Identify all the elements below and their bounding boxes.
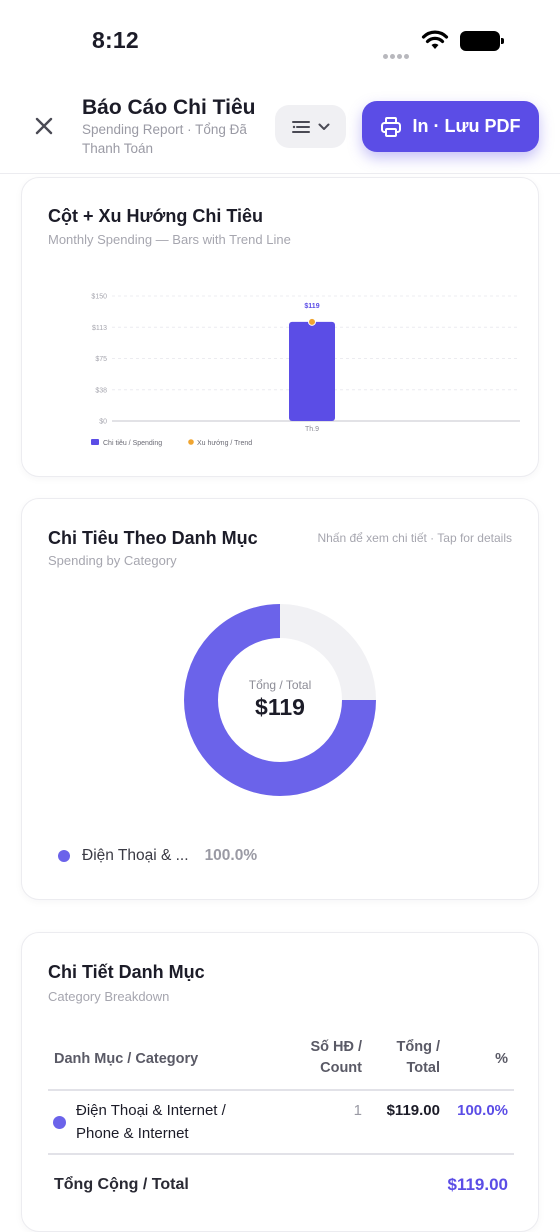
- col-total-line2: Total: [406, 1060, 440, 1076]
- trend-point: [308, 317, 316, 326]
- row-count: 1: [353, 1102, 362, 1119]
- category-breakdown-card: Chi Tiết Danh Mục Category Breakdown Dan…: [21, 932, 539, 1232]
- legend-category-name: Điện Thoại & ...: [82, 847, 189, 864]
- category-chart-card: Chi Tiêu Theo Danh Mục Spending by Categ…: [21, 498, 539, 900]
- table-header: Danh Mục / Category Số HĐ / Count Tổng /…: [48, 1037, 514, 1091]
- y-tick-label: $150: [91, 294, 107, 301]
- print-pdf-button[interactable]: In · Lưu PDF: [362, 101, 539, 152]
- y-tick-label: $0: [99, 419, 107, 426]
- bar-data-label: $119: [304, 303, 319, 310]
- filter-menu-button[interactable]: [275, 105, 346, 148]
- signal-icon: [383, 46, 413, 59]
- y-tick-label: $38: [95, 387, 107, 394]
- footer-total: $119.00: [447, 1175, 508, 1194]
- legend-trend-swatch: [188, 439, 194, 445]
- legend-bar-swatch: [91, 439, 99, 445]
- col-count-line1: Số HĐ /: [310, 1039, 362, 1055]
- row-category-name: Điện Thoại & Internet / Phone & Internet: [76, 1102, 226, 1142]
- filter-icon: [291, 120, 310, 133]
- printer-icon: [381, 116, 402, 137]
- legend-category-pct: 100.0%: [204, 847, 258, 864]
- y-tick-label: $75: [95, 356, 107, 363]
- table-divider: [48, 1153, 514, 1155]
- legend-trend-label: Xu hướng / Trend: [197, 440, 252, 447]
- legend-dot: [58, 850, 70, 862]
- row-total: $119.00: [386, 1102, 440, 1119]
- page-title: Báo Cáo Chi Tiêu: [82, 96, 256, 119]
- footer-label: Tổng Cộng / Total: [54, 1176, 189, 1193]
- trend-chart: $0 $38 $75 $113 $150 $119 Th.9 Chi tiêu / Spe…: [91, 294, 520, 447]
- table-row[interactable]: Điện Thoại & Internet / Phone & Internet…: [48, 1099, 514, 1149]
- status-time: 8:12: [92, 27, 139, 53]
- close-icon: [35, 117, 53, 135]
- col-count: Số HĐ / Count: [300, 1037, 362, 1079]
- print-pdf-label: In · Lưu PDF: [412, 116, 521, 136]
- battery-icon: [460, 31, 504, 51]
- report-header: Báo Cáo Chi Tiêu Spending Report · Tổng …: [0, 80, 560, 174]
- legend-bar-label: Chi tiêu / Spending: [103, 440, 162, 447]
- table-footer: Tổng Cộng / Total $119.00: [48, 1173, 514, 1203]
- chart-bar[interactable]: [289, 321, 335, 421]
- category-card-title: Chi Tiêu Theo Danh Mục: [48, 528, 258, 548]
- row-pct: 100.0%: [457, 1102, 508, 1119]
- close-button[interactable]: [28, 110, 60, 142]
- row-color-dot: [53, 1116, 66, 1129]
- donut-center-label: Tổng / Total: [248, 678, 312, 692]
- y-tick-label: $113: [92, 325, 107, 332]
- col-pct: %: [495, 1051, 508, 1067]
- breakdown-card-subtitle: Category Breakdown: [48, 989, 170, 1004]
- col-total: Tổng / Total: [384, 1037, 441, 1079]
- chevron-down-icon: [318, 123, 329, 130]
- breakdown-card-title: Chi Tiết Danh Mục: [48, 962, 205, 982]
- wifi-icon: [421, 30, 449, 49]
- col-category: Danh Mục / Category: [54, 1051, 199, 1067]
- page-subtitle: Spending Report · Tổng Đã Thanh Toán: [82, 122, 247, 156]
- status-bar: 8:12: [0, 0, 560, 80]
- donut-center-value: $119: [255, 694, 305, 720]
- x-tick-label: Th.9: [305, 426, 319, 433]
- col-count-line2: Count: [320, 1060, 362, 1076]
- col-total-line1: Tổng /: [396, 1039, 441, 1055]
- tap-hint: Nhấn để xem chi tiết · Tap for details: [317, 531, 512, 545]
- trend-chart-card: Cột + Xu Hướng Chi Tiêu Monthly Spending…: [21, 177, 539, 477]
- category-legend-item[interactable]: Điện Thoại & ... 100.0%: [58, 847, 257, 865]
- category-card-subtitle: Spending by Category: [48, 553, 177, 568]
